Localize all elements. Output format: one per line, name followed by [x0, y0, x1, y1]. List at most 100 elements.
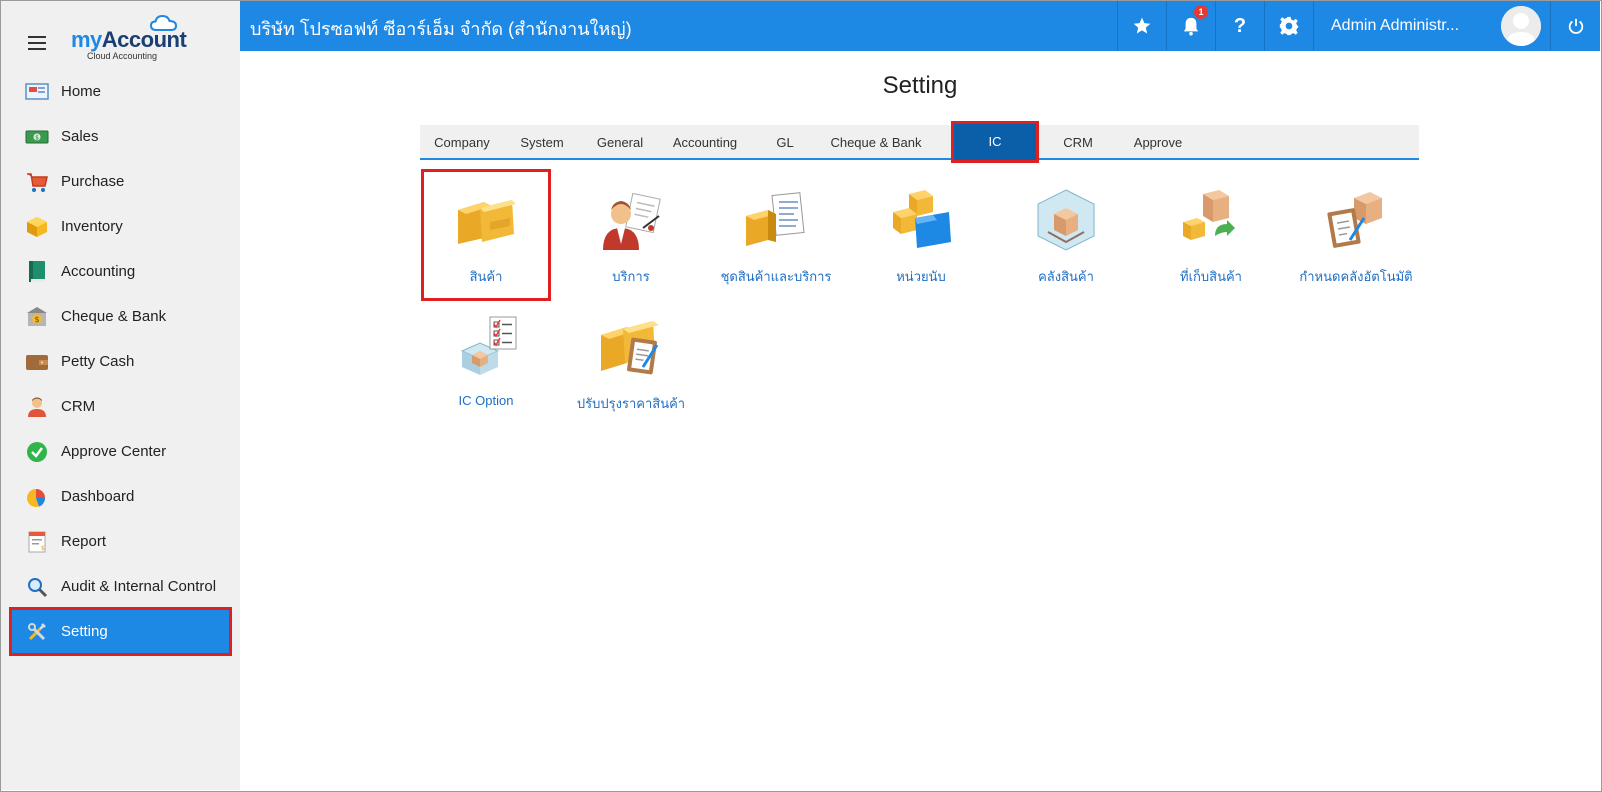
sidebar-item-sales[interactable]: $ Sales — [1, 114, 240, 159]
tile-label: IC Option — [458, 393, 514, 408]
tile-warehouse[interactable]: คลังสินค้า — [1002, 170, 1130, 300]
tile-product[interactable]: สินค้า — [421, 169, 551, 301]
brand: myAccount Cloud Accounting — [1, 1, 240, 69]
sidebar-item-inventory[interactable]: Inventory — [1, 204, 240, 249]
customer-icon — [25, 395, 49, 419]
tile-label: บริการ — [612, 269, 650, 284]
sidebar-menu: Home $ Sales Purchase Inventory Accounti… — [1, 69, 240, 656]
company-name: บริษัท โปรซอฟท์ ซีอาร์เอ็ม จำกัด (สำนักง… — [250, 19, 632, 39]
sidebar-item-accounting[interactable]: Accounting — [1, 249, 240, 294]
sidebar-item-purchase[interactable]: Purchase — [1, 159, 240, 204]
gear-icon — [1279, 16, 1299, 36]
question-icon: ? — [1233, 14, 1247, 37]
tab-crm[interactable]: CRM — [1038, 125, 1118, 160]
user-silhouette-icon — [1501, 6, 1541, 46]
brand-my: my — [71, 27, 102, 52]
tab-system[interactable]: System — [504, 125, 580, 160]
sidebar-item-approve-center[interactable]: Approve Center — [1, 429, 240, 474]
page-title: Setting — [882, 72, 958, 99]
wallet-icon — [25, 350, 49, 374]
sidebar-item-home[interactable]: Home — [1, 69, 240, 114]
sidebar-item-report[interactable]: $ Report — [1, 519, 240, 564]
settings-button[interactable] — [1264, 1, 1313, 51]
hamburger-menu-icon[interactable] — [28, 36, 46, 50]
notification-badge: 1 — [1194, 5, 1208, 19]
brand-subtitle: Cloud Accounting — [87, 51, 158, 61]
bell-icon — [1183, 17, 1199, 36]
sidebar-item-cheque-bank[interactable]: $ Cheque & Bank — [1, 294, 240, 339]
tile-label: ชุดสินค้าและบริการ — [720, 269, 832, 284]
tab-company[interactable]: Company — [420, 125, 504, 160]
tile-label: กำหนดคลังอัตโนมัติ — [1299, 269, 1413, 284]
tools-icon — [25, 620, 49, 644]
product-boxes-icon — [458, 200, 516, 244]
star-icon — [1133, 17, 1151, 34]
sidebar-item-petty-cash[interactable]: Petty Cash — [1, 339, 240, 384]
price-adjust-clipboard-icon — [601, 321, 659, 375]
product-set-icon — [746, 192, 805, 246]
money-icon: $ — [25, 125, 49, 149]
tab-cheque-bank[interactable]: Cheque & Bank — [820, 125, 932, 160]
tab-approve[interactable]: Approve — [1118, 125, 1198, 160]
sidebar-item-label: Dashboard — [61, 488, 135, 505]
power-icon — [1568, 18, 1583, 34]
report-icon: $ — [25, 530, 49, 554]
setting-tabs: Company System General Accounting GL Che… — [420, 121, 1419, 163]
header-divider — [1313, 1, 1314, 51]
tile-unit[interactable]: หน่วยนับ — [857, 170, 985, 300]
sidebar-item-label: Sales — [61, 128, 99, 145]
tile-auto-warehouse[interactable]: กำหนดคลังอัตโนมัติ — [1292, 170, 1420, 300]
sidebar-item-label: Accounting — [61, 263, 136, 280]
svg-text:$: $ — [35, 134, 39, 141]
box-icon — [25, 215, 49, 239]
tab-ic[interactable]: IC — [951, 121, 1039, 163]
cart-icon — [25, 170, 49, 194]
sidebar-item-setting[interactable]: Setting — [9, 607, 232, 656]
sidebar-item-label: Petty Cash — [61, 353, 135, 370]
service-person-icon — [603, 192, 661, 250]
avatar[interactable] — [1501, 6, 1541, 46]
tile-storage-location[interactable]: ที่เก็บสินค้า — [1147, 170, 1275, 300]
sidebar-item-dashboard[interactable]: Dashboard — [1, 474, 240, 519]
sidebar: myAccount Cloud Accounting Home $ Sales … — [1, 1, 240, 790]
tile-ic-option[interactable]: IC Option — [422, 297, 550, 427]
tile-label: หน่วยนับ — [896, 269, 946, 284]
ledger-book-icon — [25, 260, 49, 284]
check-circle-icon — [25, 440, 49, 464]
tile-label: ปรับปรุงราคาสินค้า — [576, 396, 686, 411]
brand-account: Account — [101, 27, 187, 52]
svg-text:$: $ — [41, 545, 45, 552]
magnifier-icon — [25, 575, 49, 599]
tab-gl[interactable]: GL — [750, 125, 820, 160]
window-frame — [0, 0, 1602, 792]
sidebar-item-label: CRM — [61, 398, 96, 415]
user-name[interactable]: Admin Administr... — [1331, 17, 1459, 35]
top-header: บริษัท โปรซอฟท์ ซีอาร์เอ็ม จำกัด (สำนักง… — [240, 1, 1600, 51]
svg-text:$: $ — [34, 315, 39, 324]
sidebar-item-label: Report — [61, 533, 107, 550]
sidebar-item-label: Inventory — [61, 218, 123, 235]
tab-accounting[interactable]: Accounting — [660, 125, 750, 160]
sidebar-item-crm[interactable]: CRM — [1, 384, 240, 429]
sidebar-item-label: Approve Center — [61, 443, 167, 460]
sidebar-item-label: Setting — [61, 623, 108, 640]
tile-product-set[interactable]: ชุดสินค้าและบริการ — [712, 170, 840, 300]
logout-button[interactable] — [1550, 1, 1600, 51]
help-button[interactable]: ? — [1215, 1, 1264, 51]
pie-chart-icon — [25, 485, 49, 509]
sidebar-item-label: Home — [61, 83, 102, 100]
sidebar-item-audit-internal-control[interactable]: Audit & Internal Control — [1, 564, 240, 609]
warehouse-icon — [1037, 189, 1095, 251]
sidebar-item-label: Audit & Internal Control — [61, 578, 217, 595]
ic-option-checklist-icon — [460, 316, 517, 375]
storage-location-icon — [1183, 190, 1235, 240]
myaccount-logo[interactable]: myAccount Cloud Accounting — [71, 13, 191, 65]
favorites-button[interactable] — [1117, 1, 1166, 51]
unit-folder-icon — [893, 190, 951, 248]
tile-label: สินค้า — [469, 269, 503, 284]
tile-price-adjust[interactable]: ปรับปรุงราคาสินค้า — [567, 297, 695, 427]
tab-general[interactable]: General — [580, 125, 660, 160]
tile-service[interactable]: บริการ — [567, 170, 695, 300]
home-icon — [25, 80, 49, 104]
notifications-button[interactable]: 1 — [1166, 1, 1215, 51]
